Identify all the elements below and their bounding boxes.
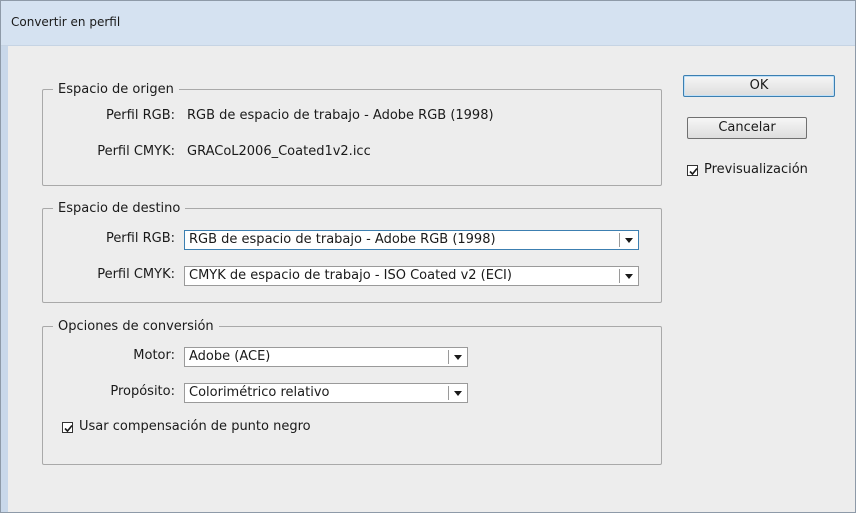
intent-label: Propósito: [110, 384, 175, 399]
select-separator [619, 269, 620, 283]
chevron-down-icon [625, 274, 633, 279]
source-cmyk-label: Perfil CMYK: [97, 144, 175, 159]
source-space-group: Espacio de origen [42, 82, 662, 186]
conversion-options-legend: Opciones de conversión [58, 319, 214, 334]
source-rgb-value: RGB de espacio de trabajo - Adobe RGB (1… [187, 108, 494, 123]
black-point-label: Usar compensación de punto negro [79, 419, 311, 434]
select-separator [619, 233, 620, 247]
engine-select[interactable]: Adobe (ACE) [184, 347, 468, 367]
title-bar[interactable]: Convertir en perfil [1, 1, 855, 46]
chevron-down-icon [454, 355, 462, 360]
source-space-legend: Espacio de origen [58, 82, 174, 97]
chevron-down-icon [625, 238, 633, 243]
black-point-compensation-option[interactable]: Usar compensación de punto negro [62, 419, 382, 437]
dest-space-legend: Espacio de destino [58, 201, 181, 216]
window-left-border [1, 46, 8, 512]
engine-label: Motor: [133, 348, 175, 363]
dialog-title: Convertir en perfil [11, 15, 121, 29]
intent-select[interactable]: Colorimétrico relativo [184, 383, 468, 403]
dest-rgb-select[interactable]: RGB de espacio de trabajo - Adobe RGB (1… [184, 230, 639, 250]
engine-select-value: Adobe (ACE) [189, 349, 271, 364]
dest-cmyk-select-value: CMYK de espacio de trabajo - ISO Coated … [189, 268, 512, 283]
dest-cmyk-select[interactable]: CMYK de espacio de trabajo - ISO Coated … [184, 266, 639, 286]
ok-button[interactable]: OK [683, 75, 835, 97]
select-separator [448, 386, 449, 400]
cancel-button[interactable]: Cancelar [687, 117, 807, 139]
dest-space-group: Espacio de destino [42, 201, 662, 303]
intent-select-value: Colorimétrico relativo [189, 385, 330, 400]
black-point-checkbox[interactable] [62, 422, 73, 433]
chevron-down-icon [454, 391, 462, 396]
dest-rgb-select-value: RGB de espacio de trabajo - Adobe RGB (1… [189, 232, 496, 247]
dest-rgb-label: Perfil RGB: [105, 231, 175, 246]
source-rgb-label: Perfil RGB: [105, 108, 175, 123]
checkmark-icon [689, 167, 698, 176]
preview-option[interactable]: Previsualización [687, 162, 847, 180]
select-separator [448, 350, 449, 364]
dialog-window: Convertir en perfil Espacio de origen Pe… [0, 0, 856, 513]
preview-checkbox[interactable] [687, 165, 698, 176]
checkmark-icon [64, 424, 73, 433]
dest-cmyk-label: Perfil CMYK: [97, 267, 175, 282]
preview-label: Previsualización [704, 162, 808, 177]
source-cmyk-value: GRACoL2006_Coated1v2.icc [187, 144, 371, 159]
